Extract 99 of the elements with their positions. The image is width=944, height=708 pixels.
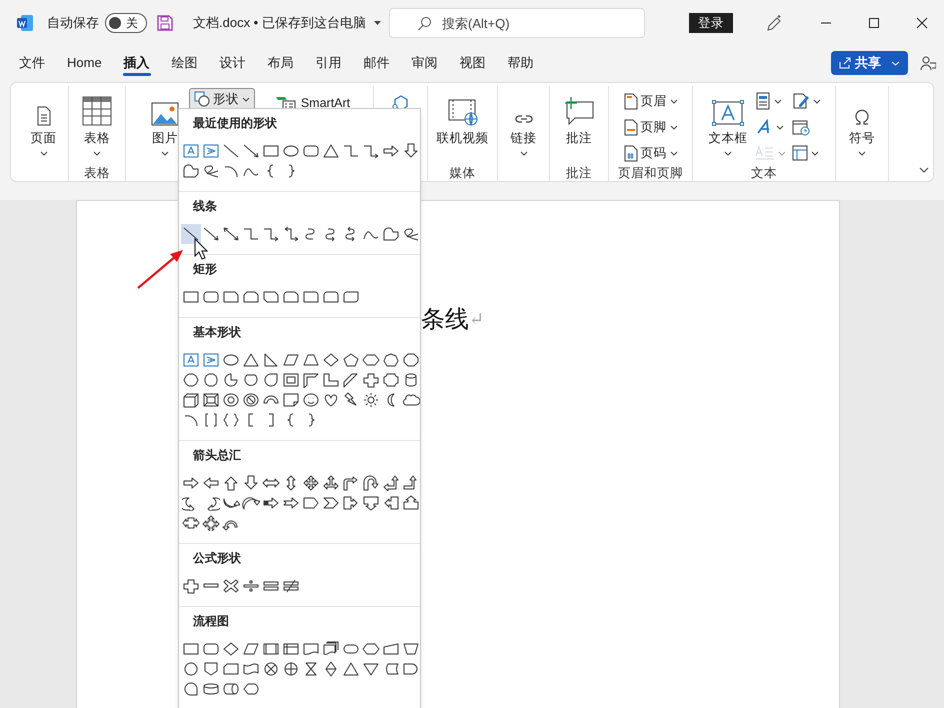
autosave-toggle[interactable]: 关 xyxy=(105,13,147,33)
page-number-icon xyxy=(624,144,638,162)
ribbon-button[interactable]: 表格 xyxy=(80,86,114,164)
section-title: 公式形状 xyxy=(193,550,241,567)
group-label: 文本 xyxy=(751,164,777,182)
chevron-down-icon xyxy=(670,124,678,130)
ribbon-button[interactable]: 批注 xyxy=(561,86,597,164)
ribbon-button-label: 图片 xyxy=(152,130,178,146)
ribbon-small-button[interactable]: 页脚 xyxy=(622,116,678,138)
ribbon-button[interactable]: 链接 xyxy=(508,86,538,164)
u-turn-arrow-shape-icon[interactable] xyxy=(361,473,381,493)
document-text: 条线↵ xyxy=(421,304,486,335)
section-title: 线条 xyxy=(193,198,217,215)
page-icon xyxy=(34,106,52,126)
signature-pen-icon xyxy=(792,92,810,110)
chevron-down-icon xyxy=(858,151,866,156)
ribbon-button[interactable]: 符号 xyxy=(847,86,877,164)
caret-icon xyxy=(374,21,381,25)
close-icon[interactable] xyxy=(916,17,928,29)
chevron-down-icon xyxy=(160,151,169,156)
left-up-arrow-shape-icon[interactable] xyxy=(381,473,401,493)
annotation-arrow xyxy=(136,248,186,290)
chevron-down-icon xyxy=(810,150,818,156)
app-logo-icon xyxy=(16,14,34,32)
chevron-down-icon xyxy=(891,60,900,66)
ribbon-tab[interactable]: 邮件 xyxy=(352,48,401,78)
group-label: 表格 xyxy=(84,164,110,182)
pen-sparkle-icon[interactable] xyxy=(765,14,783,32)
footer-page-icon xyxy=(624,118,638,136)
maximize-icon[interactable] xyxy=(868,17,880,29)
chevron-down-icon xyxy=(670,98,678,104)
ribbon-button-label: 联机视频 xyxy=(436,130,488,146)
document-parts-icon xyxy=(754,92,770,110)
table-icon xyxy=(82,96,112,126)
ribbon-tab[interactable]: 布局 xyxy=(256,48,305,78)
ribbon-small-button[interactable]: 页眉 xyxy=(622,90,678,112)
mouse-cursor-icon xyxy=(194,238,208,260)
ribbon-button[interactable]: 页面 xyxy=(28,86,58,164)
omega-icon xyxy=(853,108,871,126)
ribbon-button-label: 文本框 xyxy=(708,130,748,146)
chevron-down-icon xyxy=(812,98,820,104)
ribbon-button-label: 表格 xyxy=(84,130,110,146)
tab-underline xyxy=(122,73,151,76)
text-box-icon xyxy=(712,100,744,126)
chevron-down-icon xyxy=(670,150,678,156)
quad-arrow-shape-icon[interactable] xyxy=(301,473,321,493)
section-title: 流程图 xyxy=(193,613,229,630)
ribbon-tab[interactable]: 帮助 xyxy=(496,48,545,78)
document-title[interactable]: 文档.docx • 已保存到这台电脑 xyxy=(193,13,381,33)
chevron-down-icon xyxy=(724,151,732,156)
ribbon-button-label: 链接 xyxy=(510,130,536,146)
ribbon-button-label: 页面 xyxy=(30,130,56,146)
chevron-down-icon xyxy=(242,96,250,102)
group-label: 页眉和页脚 xyxy=(618,164,683,182)
sun-shape-icon[interactable] xyxy=(361,390,381,410)
ribbon-button[interactable]: 文本框 xyxy=(706,86,750,164)
search-icon xyxy=(417,16,432,31)
ribbon-tab[interactable]: Home xyxy=(56,48,113,78)
save-icon[interactable] xyxy=(157,15,173,31)
ribbon-tab[interactable]: 审阅 xyxy=(400,48,449,78)
shapes-button[interactable]: 形状 xyxy=(188,88,255,110)
share-icon xyxy=(839,57,851,69)
comment-icon xyxy=(563,96,595,126)
line-shape-icon[interactable] xyxy=(181,224,201,244)
chevron-down-icon xyxy=(40,151,48,156)
drop-cap-icon xyxy=(754,145,774,161)
chevron-down-icon xyxy=(93,151,101,156)
section-title: 箭头总汇 xyxy=(193,447,241,464)
chevron-down-icon xyxy=(774,98,782,104)
share-button[interactable]: 共享 xyxy=(831,51,908,75)
chevron-down-icon xyxy=(778,150,786,156)
group-label: 媒体 xyxy=(450,164,476,182)
ribbon-tab[interactable]: 引用 xyxy=(304,48,353,78)
ribbon-button[interactable]: 联机视频 xyxy=(434,86,490,164)
ribbon-tab[interactable]: 设计 xyxy=(208,48,257,78)
ribbon-tab[interactable]: 文件 xyxy=(8,48,56,78)
collapse-ribbon-icon[interactable] xyxy=(919,167,929,173)
window-icon xyxy=(792,145,808,161)
ribbon-button-label: 批注 xyxy=(566,130,592,146)
ribbon-tab[interactable]: 视图 xyxy=(448,48,497,78)
calendar-clock-icon xyxy=(792,118,810,136)
ribbon-tab[interactable]: 绘图 xyxy=(160,48,209,78)
autosave-label: 自动保存 xyxy=(47,14,99,32)
header-page-icon xyxy=(624,92,638,110)
search-field[interactable]: 搜索(Alt+Q) xyxy=(389,8,645,38)
comment-person-icon[interactable] xyxy=(920,55,936,71)
section-title: 最近使用的形状 xyxy=(193,115,277,132)
section-title: 矩形 xyxy=(193,261,217,278)
chevron-down-icon xyxy=(520,151,528,156)
ribbon-tab[interactable]: 插入 xyxy=(112,48,161,78)
ribbon-small-button[interactable]: 页码 xyxy=(622,142,678,164)
chevron-down-icon xyxy=(776,124,784,130)
video-globe-icon xyxy=(446,98,478,126)
sign-in-button[interactable]: 登录 xyxy=(689,13,733,33)
section-title: 基本形状 xyxy=(193,324,241,341)
ribbon-button-label: 符号 xyxy=(849,130,875,146)
quad-callout-shape-icon[interactable] xyxy=(201,513,221,533)
toggle-knob xyxy=(109,17,121,29)
group-label: 批注 xyxy=(566,164,592,182)
